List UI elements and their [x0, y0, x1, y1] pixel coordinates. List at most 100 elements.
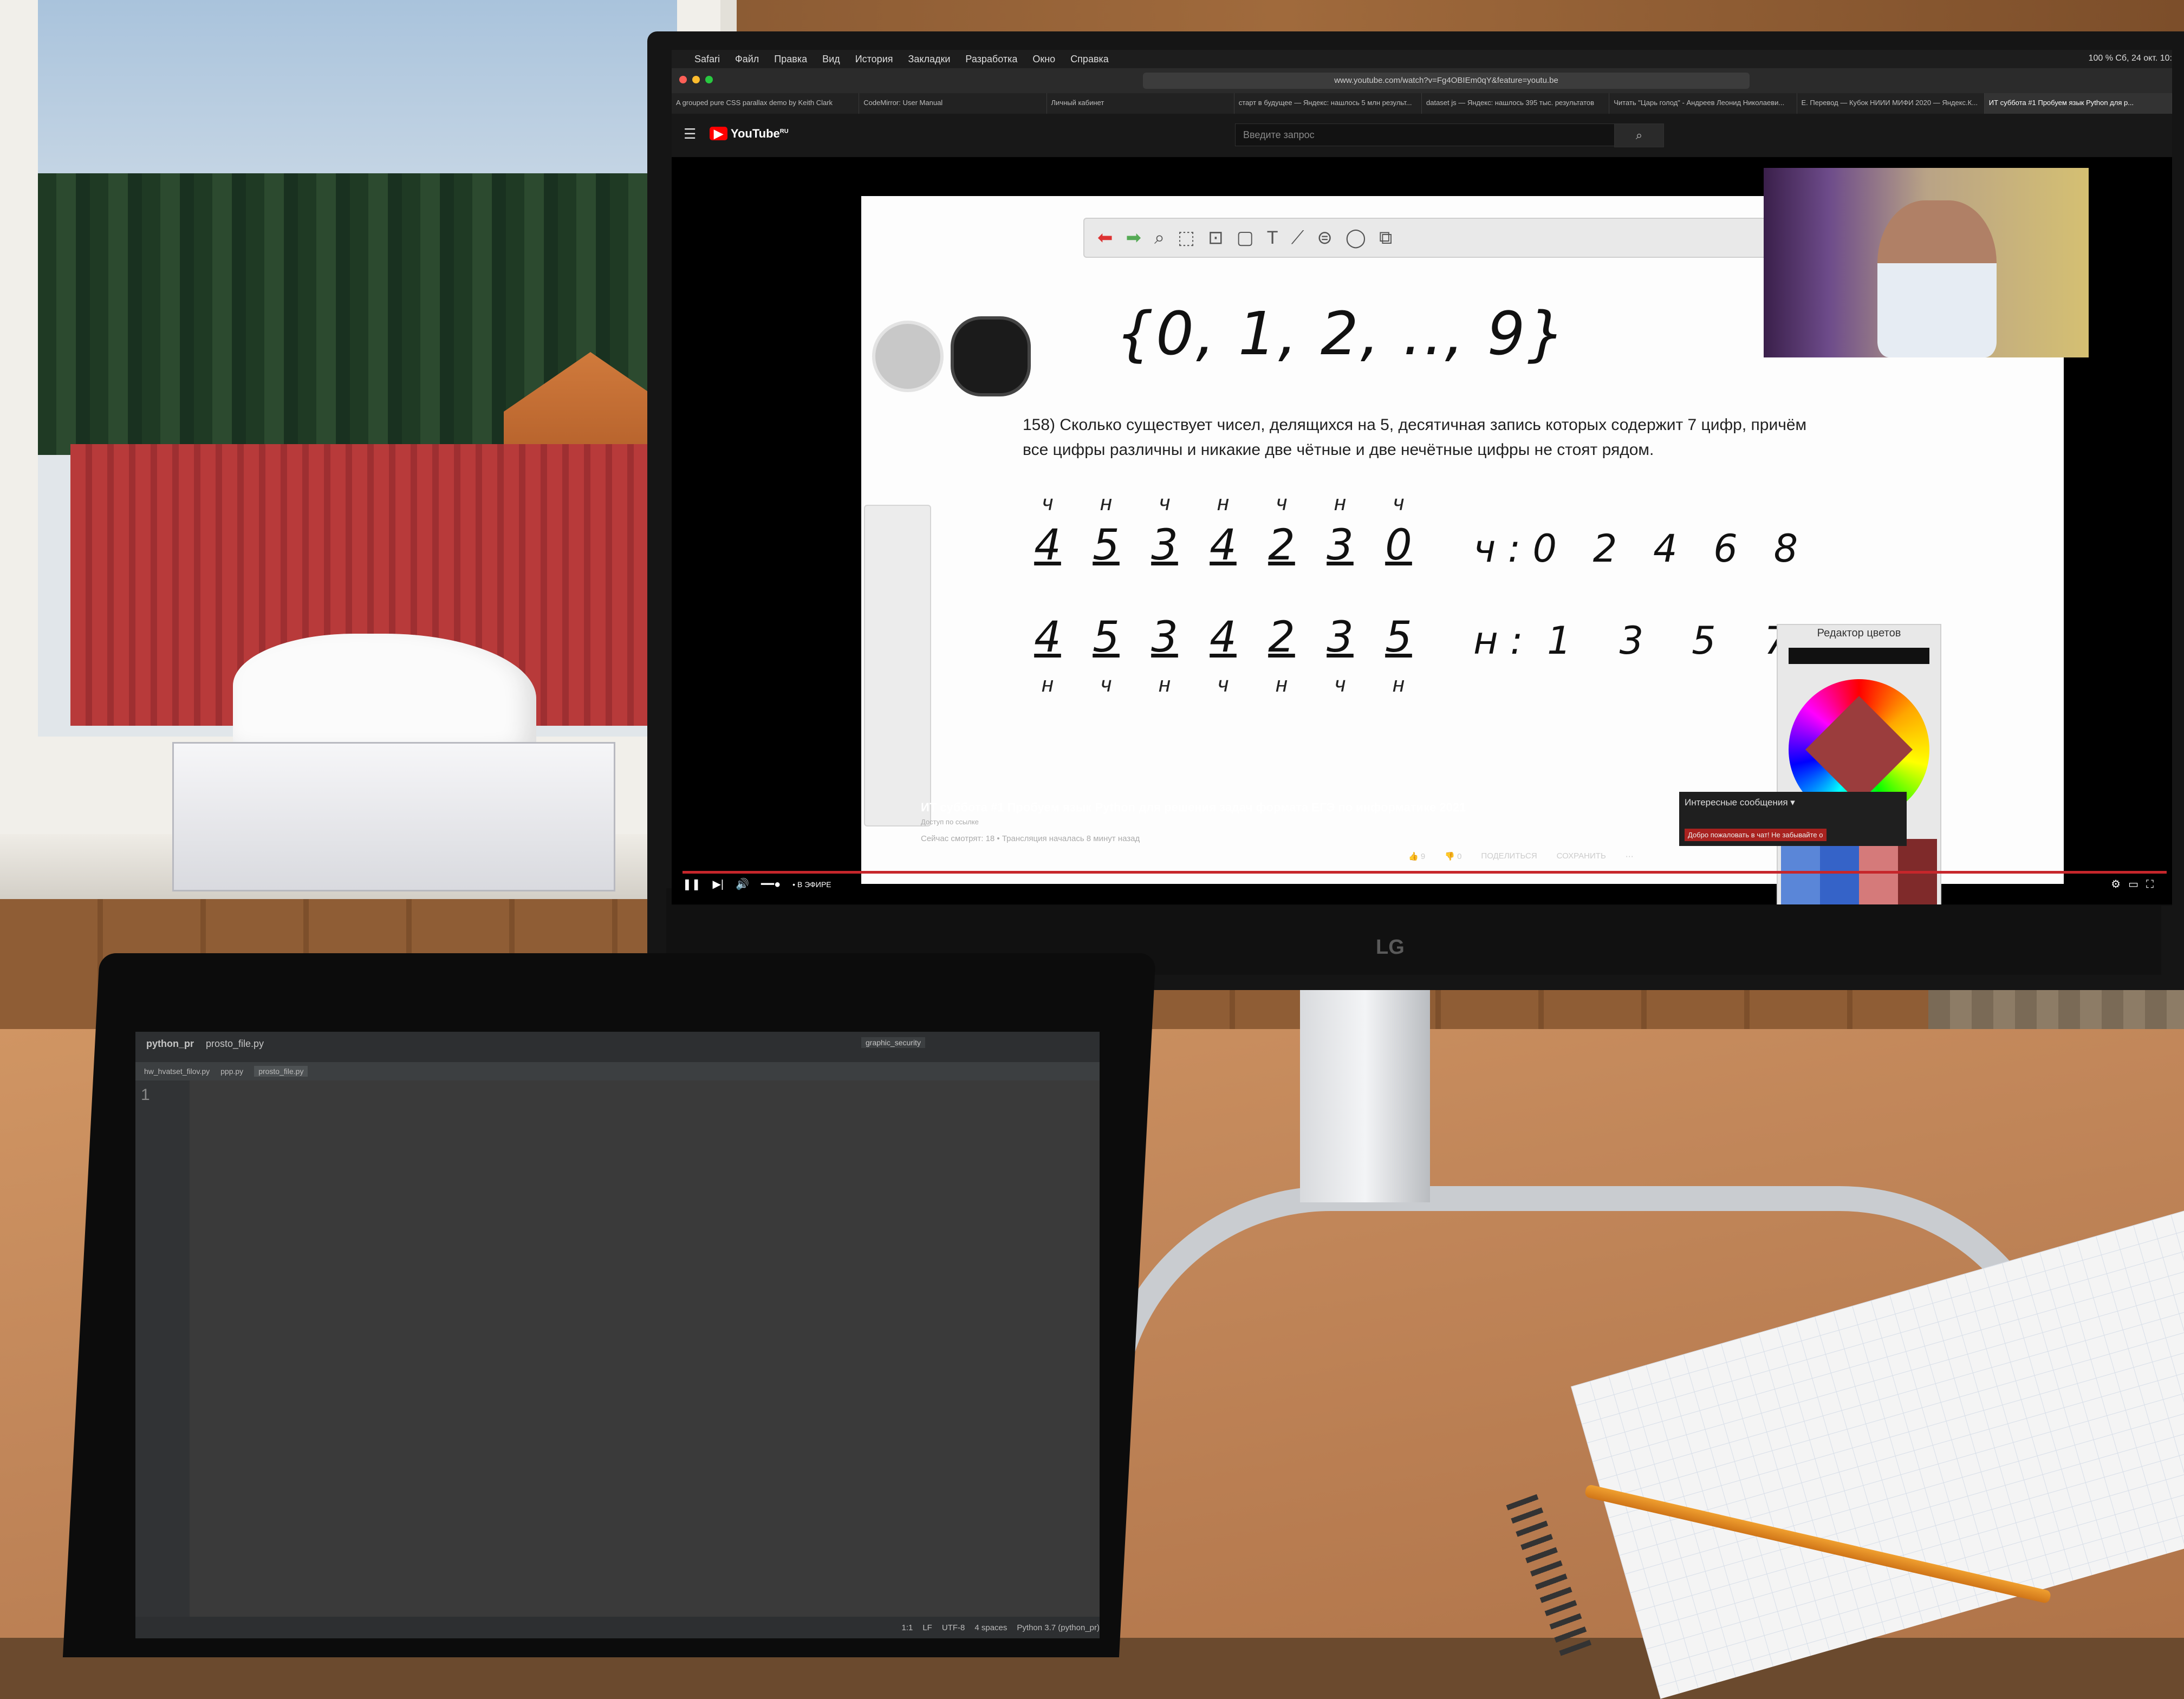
- crop-icon[interactable]: ⊡: [1208, 227, 1224, 249]
- browser-tab[interactable]: CodeMirror: User Manual: [859, 93, 1047, 114]
- menu-bookmarks[interactable]: Закладки: [908, 54, 951, 65]
- fullscreen-icon[interactable]: ⛶: [2146, 878, 2161, 890]
- more-icon[interactable]: ⋯: [1626, 851, 1634, 861]
- minimize-window-button[interactable]: [692, 76, 700, 83]
- zoom-window-button[interactable]: [705, 76, 713, 83]
- save-button[interactable]: СОХРАНИТЬ: [1557, 851, 1606, 861]
- menu-file[interactable]: Файл: [735, 54, 759, 65]
- layers-icon[interactable]: ⧉: [1379, 227, 1392, 249]
- redo-icon[interactable]: ➡: [1126, 227, 1142, 249]
- parity-mark: н: [1334, 491, 1346, 515]
- next-icon[interactable]: ▶|: [713, 877, 724, 891]
- digit: 2: [1268, 613, 1295, 662]
- close-window-button[interactable]: [679, 76, 687, 83]
- access-badge: Доступ по ссылке: [921, 818, 979, 826]
- problem-statement: 158) Сколько существует чисел, делящихся…: [1023, 416, 1807, 459]
- zoom-icon[interactable]: ⌕: [1154, 227, 1165, 249]
- browser-tab[interactable]: Е. Перевод — Кубок НИИИ МИФИ 2020 — Янде…: [1797, 93, 1985, 114]
- digit: 3: [1327, 521, 1354, 570]
- volume-icon[interactable]: 🔊: [736, 877, 749, 891]
- parity-marks-row1: ч н ч н ч н ч: [1018, 491, 1428, 516]
- youtube-header: ☰ ▶ YouTubeRU Введите запрос ⌕: [672, 114, 2172, 157]
- file-encoding[interactable]: UTF-8: [942, 1623, 965, 1632]
- search-input[interactable]: Введите запрос: [1235, 123, 1623, 146]
- project-name[interactable]: python_pr: [146, 1038, 194, 1050]
- safari-toolbar: www.youtube.com/watch?v=Fg4OBIEm0qY&feat…: [672, 68, 2172, 93]
- secondary-color-swatch[interactable]: [872, 321, 944, 392]
- youtube-logo[interactable]: ▶ YouTubeRU: [710, 127, 789, 141]
- monitor-stand-neck: [1300, 975, 1430, 1202]
- digit: 3: [1151, 613, 1178, 662]
- handwritten-set: {0, 1, 2, .., 9}: [1116, 299, 1568, 368]
- cursor-position[interactable]: 1:1: [901, 1623, 913, 1632]
- whiteboard-toolbar: ⬅ ➡ ⌕ ⬚ ⊡ ▢ T ⟋ ⊜ ◯ ⧉: [1083, 218, 1819, 258]
- browser-tab[interactable]: Читать "Царь голод" - Андреев Леонид Ник…: [1609, 93, 1797, 114]
- editor-tabs: hw_hvatset_filov.py ppp.py prosto_file.p…: [135, 1062, 1100, 1080]
- parity-mark: ч: [1100, 673, 1112, 696]
- ruler-icon[interactable]: ⟋: [1291, 227, 1304, 249]
- thumbs-down-icon: 👎: [1445, 852, 1458, 861]
- editor-tab[interactable]: hw_hvatset_filov.py: [144, 1067, 210, 1076]
- miniplayer-icon[interactable]: ▭: [2128, 878, 2146, 890]
- editor-tab-active[interactable]: prosto_file.py: [254, 1066, 308, 1077]
- digit: 5: [1093, 613, 1120, 662]
- pause-icon[interactable]: ❚❚: [682, 877, 701, 891]
- video-meta: Сейчас смотрят: 18 • Трансляция началась…: [921, 834, 1140, 843]
- python-interpreter[interactable]: Python 3.7 (python_pr): [1017, 1623, 1100, 1632]
- player-right-controls: ⚙▭⛶: [2111, 877, 2161, 891]
- settings-icon[interactable]: ⚙: [2111, 878, 2128, 890]
- address-bar[interactable]: www.youtube.com/watch?v=Fg4OBIEm0qY&feat…: [1143, 73, 1750, 89]
- browser-tab[interactable]: dataset js — Яндекс: нашлось 395 тыс. ре…: [1422, 93, 1610, 114]
- run-configuration-select[interactable]: graphic_security: [861, 1037, 925, 1048]
- undo-icon[interactable]: ⬅: [1097, 227, 1113, 249]
- indent-setting[interactable]: 4 spaces: [974, 1623, 1007, 1632]
- digit: 3: [1327, 613, 1354, 662]
- monitor-screen: Safari Файл Правка Вид История Закладки …: [672, 50, 2172, 906]
- browser-tab[interactable]: старт в будущее — Яндекс: нашлось 5 млн …: [1234, 93, 1422, 114]
- digit: 5: [1385, 613, 1412, 662]
- select-icon[interactable]: ⬚: [1178, 227, 1195, 249]
- color-editor-title: Редактор цветов: [1817, 627, 1901, 639]
- transform-icon[interactable]: ▢: [1237, 227, 1254, 249]
- volume-slider[interactable]: ━━●: [761, 877, 781, 891]
- menu-history[interactable]: История: [855, 54, 893, 65]
- browser-tab[interactable]: Личный кабинет: [1047, 93, 1234, 114]
- color-editor-panel: Редактор цветов: [1777, 624, 1941, 904]
- digit: 3: [1151, 521, 1178, 570]
- thumbs-up-icon: 👍: [1408, 852, 1421, 861]
- primary-color-swatch[interactable]: [951, 316, 1031, 396]
- brush-palette[interactable]: [864, 505, 931, 826]
- menu-help[interactable]: Справка: [1070, 54, 1109, 65]
- browser-tab-active[interactable]: ИТ суббота #1 Пробуем язык Python для р.…: [1984, 93, 2172, 114]
- dislike-button[interactable]: 👎 0: [1445, 851, 1461, 861]
- current-color-bar: [1789, 648, 1929, 664]
- line-separator[interactable]: LF: [922, 1623, 932, 1632]
- symmetry-icon[interactable]: ⊜: [1317, 227, 1332, 249]
- even-digits-set: ч : 0 2 4 6 8: [1473, 526, 1798, 571]
- share-button[interactable]: ПОДЕЛИТЬСЯ: [1481, 851, 1537, 861]
- parity-mark: н: [1041, 673, 1054, 696]
- line-number: 1: [141, 1086, 150, 1104]
- menu-edit[interactable]: Правка: [774, 54, 807, 65]
- menu-view[interactable]: Вид: [822, 54, 840, 65]
- search-icon[interactable]: ⌕: [1614, 123, 1664, 147]
- browser-tab[interactable]: A grouped pure CSS parallax demo by Keit…: [672, 93, 860, 114]
- breadcrumb[interactable]: prosto_file.py: [206, 1038, 264, 1050]
- menu-safari[interactable]: Safari: [694, 54, 720, 65]
- chat-title[interactable]: Интересные сообщения: [1685, 797, 1788, 808]
- parity-mark: ч: [1159, 491, 1171, 515]
- parity-mark: ч: [1334, 673, 1346, 696]
- hamburger-menu-icon[interactable]: ☰: [684, 126, 696, 142]
- menu-develop[interactable]: Разработка: [965, 54, 1017, 65]
- shape-icon[interactable]: ◯: [1346, 227, 1366, 249]
- menu-window[interactable]: Окно: [1032, 54, 1055, 65]
- like-button[interactable]: 👍 9: [1408, 851, 1425, 861]
- video-player[interactable]: ⬅ ➡ ⌕ ⬚ ⊡ ▢ T ⟋ ⊜ ◯ ⧉ {0, 1, 2, .., 9} 1…: [672, 157, 2172, 904]
- parity-mark: н: [1275, 673, 1288, 696]
- editor-tab[interactable]: ppp.py: [220, 1067, 243, 1076]
- digit: 2: [1268, 521, 1295, 570]
- color-square[interactable]: [1805, 696, 1913, 803]
- progress-bar[interactable]: [682, 871, 2167, 874]
- parity-mark: ч: [1276, 491, 1288, 515]
- text-icon[interactable]: T: [1267, 227, 1278, 249]
